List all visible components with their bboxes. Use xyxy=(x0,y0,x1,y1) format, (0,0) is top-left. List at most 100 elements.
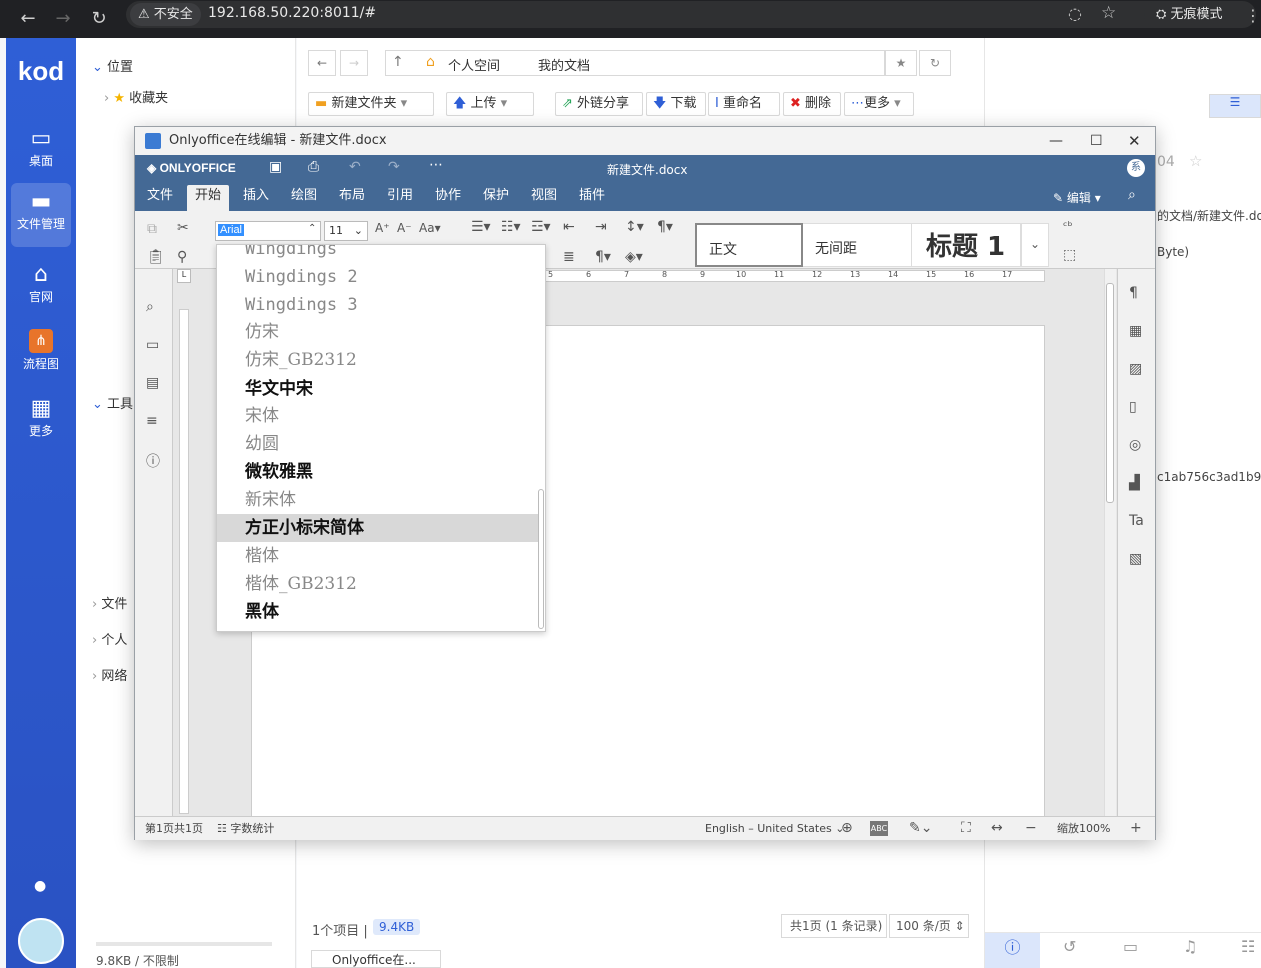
font-option-selected[interactable]: 方正小标宋简体 xyxy=(217,514,539,542)
decrease-font-icon[interactable]: A⁻ xyxy=(397,221,412,235)
font-option[interactable]: 楷体 xyxy=(217,542,539,570)
rail-website[interactable]: ⌂ 官网 xyxy=(11,256,71,316)
paragraph-icon[interactable]: ¶ xyxy=(1129,285,1138,301)
search-icon[interactable]: ⌕ xyxy=(1128,187,1136,203)
increase-font-icon[interactable]: A⁺ xyxy=(375,221,390,235)
header-footer-icon[interactable]: ▯ xyxy=(1129,399,1137,415)
tab-collaboration[interactable]: 协作 xyxy=(427,185,469,211)
history-icon[interactable]: ↺ xyxy=(1063,937,1076,956)
font-option[interactable]: 宋体 xyxy=(217,402,539,430)
security-chip[interactable]: ⚠ 不安全 xyxy=(130,3,201,26)
track-changes-icon[interactable]: ✎⌄ xyxy=(909,817,932,840)
select-all-icon[interactable]: ⬚ xyxy=(1063,247,1076,263)
bell-icon[interactable]: ● xyxy=(34,878,46,894)
font-option[interactable]: 新宋体 xyxy=(217,486,539,514)
vertical-scrollbar[interactable] xyxy=(1104,269,1116,816)
tree-network[interactable]: › 网络 xyxy=(92,666,127,688)
more-button[interactable]: ⋯更多 ▾ xyxy=(844,92,914,116)
format-painter-icon[interactable]: ⚲ xyxy=(177,249,187,265)
rail-file-manager[interactable]: ▬ 文件管理 xyxy=(11,183,71,247)
tree-personal[interactable]: › 个人 xyxy=(92,630,127,652)
forward-arrow-icon[interactable]: → xyxy=(340,50,368,76)
rail-flowchart[interactable]: ⋔ 流程图 xyxy=(11,323,71,383)
menu-dots-icon[interactable]: ⋮ xyxy=(1245,6,1261,25)
breadcrumb-item[interactable]: 个人空间 xyxy=(448,55,500,74)
tab-protection[interactable]: 保护 xyxy=(475,185,517,211)
bullets-icon[interactable]: ☰▾ xyxy=(471,219,491,235)
style-heading-1[interactable]: 标题 1 xyxy=(911,223,1021,267)
zoom-in-icon[interactable]: + xyxy=(1130,817,1142,840)
scroll-thumb[interactable] xyxy=(1106,283,1114,503)
avatar[interactable] xyxy=(18,918,64,964)
user-avatar[interactable]: 系 xyxy=(1127,159,1145,177)
reload-icon[interactable]: ↻ xyxy=(84,4,114,34)
star-icon[interactable]: ★ xyxy=(885,50,917,76)
info-icon[interactable]: ⓘ xyxy=(985,933,1040,968)
tab-stop-icon[interactable]: L xyxy=(177,269,191,283)
delete-button[interactable]: ✖ 删除 xyxy=(783,92,841,116)
rail-more[interactable]: ▦ 更多 xyxy=(11,390,71,450)
up-arrow-icon[interactable]: ↑ xyxy=(392,54,404,70)
forward-arrow-icon[interactable]: → xyxy=(48,4,78,34)
breadcrumb-item[interactable]: 我的文档 xyxy=(538,55,590,74)
bell-icon[interactable]: ♫ xyxy=(1183,937,1197,956)
upload-button[interactable]: 🡅 上传 ▾ xyxy=(446,92,534,116)
font-option[interactable]: Wingdings 2 xyxy=(217,263,539,291)
chat-icon[interactable]: ▤ xyxy=(146,375,159,391)
font-option[interactable]: 微软雅黑 xyxy=(217,458,539,486)
tree-location[interactable]: ⌄ 位置 xyxy=(92,57,133,79)
tree-favorites[interactable]: › ★ 收藏夹 xyxy=(104,88,168,110)
incognito-badge[interactable]: ⛭ 无痕模式 xyxy=(1144,1,1256,28)
info-icon[interactable]: ⓘ xyxy=(146,451,160,471)
font-size-input[interactable]: 11 ⌄ xyxy=(324,221,368,241)
address-bar[interactable]: ⚠ 不安全 192.168.50.220:8011/# ◌ ☆ xyxy=(126,1,1186,28)
change-case-icon[interactable]: Aa▾ xyxy=(419,221,441,235)
more-dots-icon[interactable]: ⋯ xyxy=(429,157,443,173)
font-option[interactable]: Wingdings 3 xyxy=(217,291,539,319)
replace-icon[interactable]: ᶜᵇ xyxy=(1063,219,1073,233)
close-icon[interactable]: ✕ xyxy=(1128,127,1141,155)
font-option[interactable]: 楷体_GB2312 xyxy=(217,570,539,598)
font-option[interactable]: 仿宋_GB2312 xyxy=(217,346,539,374)
style-no-spacing[interactable]: 无间距 xyxy=(803,223,911,267)
styles-expand-icon[interactable]: ⌄ xyxy=(1021,223,1049,267)
taskbar-item[interactable]: Onlyoffice在... xyxy=(311,950,441,968)
language-select[interactable]: English – United States ⌄ xyxy=(705,817,844,840)
tab-insert[interactable]: 插入 xyxy=(235,185,277,211)
table-icon[interactable]: ▦ xyxy=(1129,323,1142,339)
dropdown-scrollbar[interactable] xyxy=(538,489,544,629)
comment-icon[interactable]: ▭ xyxy=(146,337,159,353)
font-option[interactable]: 华文中宋 xyxy=(217,375,539,403)
justify-icon[interactable]: ≣ xyxy=(563,249,575,265)
copy-icon[interactable]: ⧉ xyxy=(147,221,157,237)
minimize-icon[interactable]: — xyxy=(1049,127,1063,155)
kod-logo[interactable]: kod xyxy=(6,56,76,87)
font-name-input[interactable]: Arial ⌃ xyxy=(215,221,321,241)
cut-icon[interactable]: ✂ xyxy=(177,220,189,236)
fit-page-icon[interactable]: ⛶ xyxy=(961,817,971,840)
tab-plugins[interactable]: 插件 xyxy=(571,185,613,211)
print-icon[interactable]: ⎙ xyxy=(308,159,319,175)
increase-indent-icon[interactable]: ⇥ xyxy=(595,219,607,235)
text-art-icon[interactable]: Ta xyxy=(1129,513,1144,529)
back-arrow-icon[interactable]: ← xyxy=(308,50,336,76)
tab-layout[interactable]: 布局 xyxy=(331,185,373,211)
numbering-icon[interactable]: ☷▾ xyxy=(501,219,521,235)
eye-off-icon[interactable]: ◌ xyxy=(1068,4,1082,23)
refresh-icon[interactable]: ↻ xyxy=(919,50,951,76)
paragraph-settings-icon[interactable]: ¶▾ xyxy=(657,219,673,235)
font-option[interactable]: 黑体 xyxy=(217,598,539,626)
undo-icon[interactable]: ↶ xyxy=(349,159,361,175)
rename-button[interactable]: I 重命名 xyxy=(708,92,780,116)
font-option[interactable]: Wingdings xyxy=(217,245,539,263)
image-icon[interactable]: ▨ xyxy=(1129,361,1142,377)
style-normal[interactable]: 正文 xyxy=(695,223,803,267)
search-icon[interactable]: ⌕ xyxy=(146,299,154,315)
navigation-icon[interactable]: ≡ xyxy=(146,413,158,429)
new-folder-button[interactable]: ▬ 新建文件夹 ▾ xyxy=(308,92,434,116)
decrease-indent-icon[interactable]: ⇤ xyxy=(563,219,575,235)
paste-icon[interactable]: 📋︎ xyxy=(147,249,165,265)
globe-icon[interactable]: ⊕ xyxy=(841,817,853,840)
page-indicator[interactable]: 第1页共1页 xyxy=(145,817,203,840)
font-option[interactable]: 幼圆 xyxy=(217,430,539,458)
